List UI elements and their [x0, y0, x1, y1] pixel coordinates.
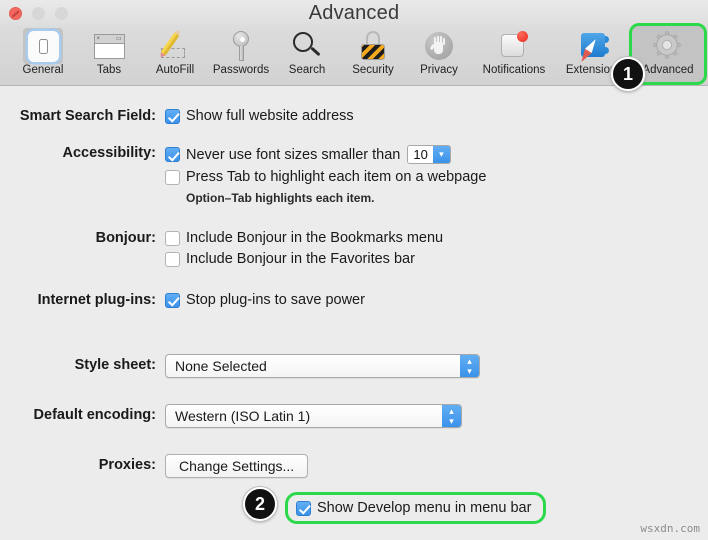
toolbar-label-autofill: AutoFill: [155, 64, 195, 76]
checkbox-stop-plugins-box[interactable]: [165, 292, 180, 308]
row-accessibility: Accessibility: Never use font sizes smal…: [0, 145, 486, 205]
checkbox-bonjour-favorites-box[interactable]: [165, 251, 180, 267]
toolbar-label-notifications: Notifications: [482, 64, 546, 76]
chevron-updown-icon[interactable]: ▴ ▾: [460, 355, 479, 377]
label-default-encoding: Default encoding:: [33, 407, 156, 423]
checkbox-never-use-font-sizes-label: Never use font sizes smaller than: [186, 146, 401, 163]
notification-icon: [499, 31, 529, 61]
style-sheet-value: None Selected: [175, 358, 267, 374]
preferences-toolbar: General × ▭ Tabs AutoFill Passwords Sear…: [0, 23, 708, 86]
step-badge-1-number: 1: [622, 63, 633, 84]
toolbar-item-privacy[interactable]: Privacy: [406, 26, 472, 84]
row-proxies: Proxies: Change Settings...: [0, 454, 309, 478]
key-icon: [230, 31, 252, 61]
watermark: wsxdn.com: [640, 522, 700, 535]
label-accessibility: Accessibility:: [62, 145, 157, 161]
tabs-icon: × ▭: [93, 33, 125, 59]
row-bonjour: Bonjour: Include Bonjour in the Bookmark…: [0, 230, 444, 267]
change-settings-button-label: Change Settings...: [179, 458, 295, 474]
toolbar-label-advanced: Advanced: [642, 64, 694, 76]
develop-menu-highlight: Show Develop menu in menu bar: [285, 492, 547, 524]
checkbox-show-full-address-box[interactable]: [165, 108, 180, 124]
toolbar-item-tabs[interactable]: × ▭ Tabs: [76, 26, 142, 84]
font-size-value: 10: [408, 146, 433, 163]
label-bonjour: Bonjour:: [95, 230, 156, 246]
title-bar: Advanced: [0, 0, 708, 26]
checkbox-bonjour-bookmarks-label: Include Bonjour in the Bookmarks menu: [186, 230, 444, 246]
checkbox-show-full-address-label: Show full website address: [186, 108, 354, 124]
toolbar-item-general[interactable]: General: [10, 26, 76, 84]
row-default-encoding: Default encoding: Western (ISO Latin 1) …: [0, 404, 462, 428]
chevron-updown-icon[interactable]: ▴ ▾: [442, 405, 461, 427]
toolbar-label-security: Security: [352, 64, 394, 76]
iphone-icon: [27, 30, 59, 62]
row-develop-menu: Show Develop menu in menu bar: [285, 492, 547, 524]
toolbar-label-general: General: [22, 64, 64, 76]
change-settings-button[interactable]: Change Settings...: [165, 454, 309, 478]
pencil-form-icon: [159, 31, 191, 61]
default-encoding-select[interactable]: Western (ISO Latin 1) ▴ ▾: [165, 404, 462, 428]
step-badge-2: 2: [243, 487, 277, 521]
toolbar-label-passwords: Passwords: [212, 64, 270, 76]
toolbar-label-search: Search: [288, 64, 326, 76]
font-size-select[interactable]: 10 ▾: [407, 145, 451, 164]
toolbar-item-autofill[interactable]: AutoFill: [142, 26, 208, 84]
checkbox-press-tab[interactable]: Press Tab to highlight each item on a we…: [165, 169, 486, 185]
hand-icon: [424, 31, 454, 61]
step-badge-1: 1: [611, 57, 645, 91]
toolbar-item-search[interactable]: Search: [274, 26, 340, 84]
toolbar-item-security[interactable]: Security: [340, 26, 406, 84]
checkbox-never-use-font-sizes[interactable]: Never use font sizes smaller than 10 ▾: [165, 145, 486, 164]
toolbar-label-privacy: Privacy: [420, 64, 458, 76]
label-style-sheet: Style sheet:: [74, 357, 156, 373]
toolbar-item-notifications[interactable]: Notifications: [472, 26, 556, 84]
checkbox-never-use-font-sizes-box[interactable]: [165, 147, 180, 162]
toolbar-label-tabs: Tabs: [96, 64, 122, 76]
gear-icon: [653, 31, 683, 61]
advanced-settings-pane: Smart Search Field: Show full website ad…: [0, 86, 708, 540]
accessibility-note: Option–Tab highlights each item.: [186, 191, 375, 205]
magnifier-icon: [292, 31, 322, 61]
checkbox-bonjour-favorites-label: Include Bonjour in the Favorites bar: [186, 251, 415, 267]
checkbox-stop-plugins-label: Stop plug-ins to save power: [186, 292, 365, 308]
checkbox-show-develop-menu-label: Show Develop menu in menu bar: [317, 500, 532, 516]
puzzle-compass-icon: [579, 32, 609, 60]
checkbox-press-tab-label: Press Tab to highlight each item on a we…: [186, 169, 487, 185]
padlock-icon: [360, 31, 386, 61]
chevron-down-icon[interactable]: ▾: [432, 146, 450, 163]
row-smart-search-field: Smart Search Field: Show full website ad…: [0, 108, 354, 124]
safari-preferences-window: Advanced General × ▭ Tabs AutoFill Passw…: [0, 0, 708, 540]
label-smart-search-field: Smart Search Field:: [19, 108, 156, 124]
step-badge-2-number: 2: [254, 493, 265, 514]
checkbox-show-develop-menu-box[interactable]: [296, 500, 311, 516]
toolbar-item-passwords[interactable]: Passwords: [208, 26, 274, 84]
row-style-sheet: Style sheet: None Selected ▴ ▾: [0, 354, 480, 378]
checkbox-stop-plugins[interactable]: Stop plug-ins to save power: [165, 292, 365, 308]
label-internet-plugins: Internet plug-ins:: [37, 292, 156, 308]
label-proxies: Proxies:: [98, 457, 156, 473]
checkbox-show-full-address[interactable]: Show full website address: [165, 108, 354, 124]
default-encoding-value: Western (ISO Latin 1): [175, 408, 311, 424]
row-internet-plugins: Internet plug-ins: Stop plug-ins to save…: [0, 292, 365, 308]
checkbox-bonjour-bookmarks-box[interactable]: [165, 230, 180, 246]
checkbox-bonjour-favorites[interactable]: Include Bonjour in the Favorites bar: [165, 251, 443, 267]
style-sheet-select[interactable]: None Selected ▴ ▾: [165, 354, 480, 378]
page-title: Advanced: [308, 2, 400, 24]
checkbox-press-tab-box[interactable]: [165, 169, 180, 185]
checkbox-bonjour-bookmarks[interactable]: Include Bonjour in the Bookmarks menu: [165, 230, 443, 246]
checkbox-show-develop-menu[interactable]: Show Develop menu in menu bar: [296, 500, 531, 516]
